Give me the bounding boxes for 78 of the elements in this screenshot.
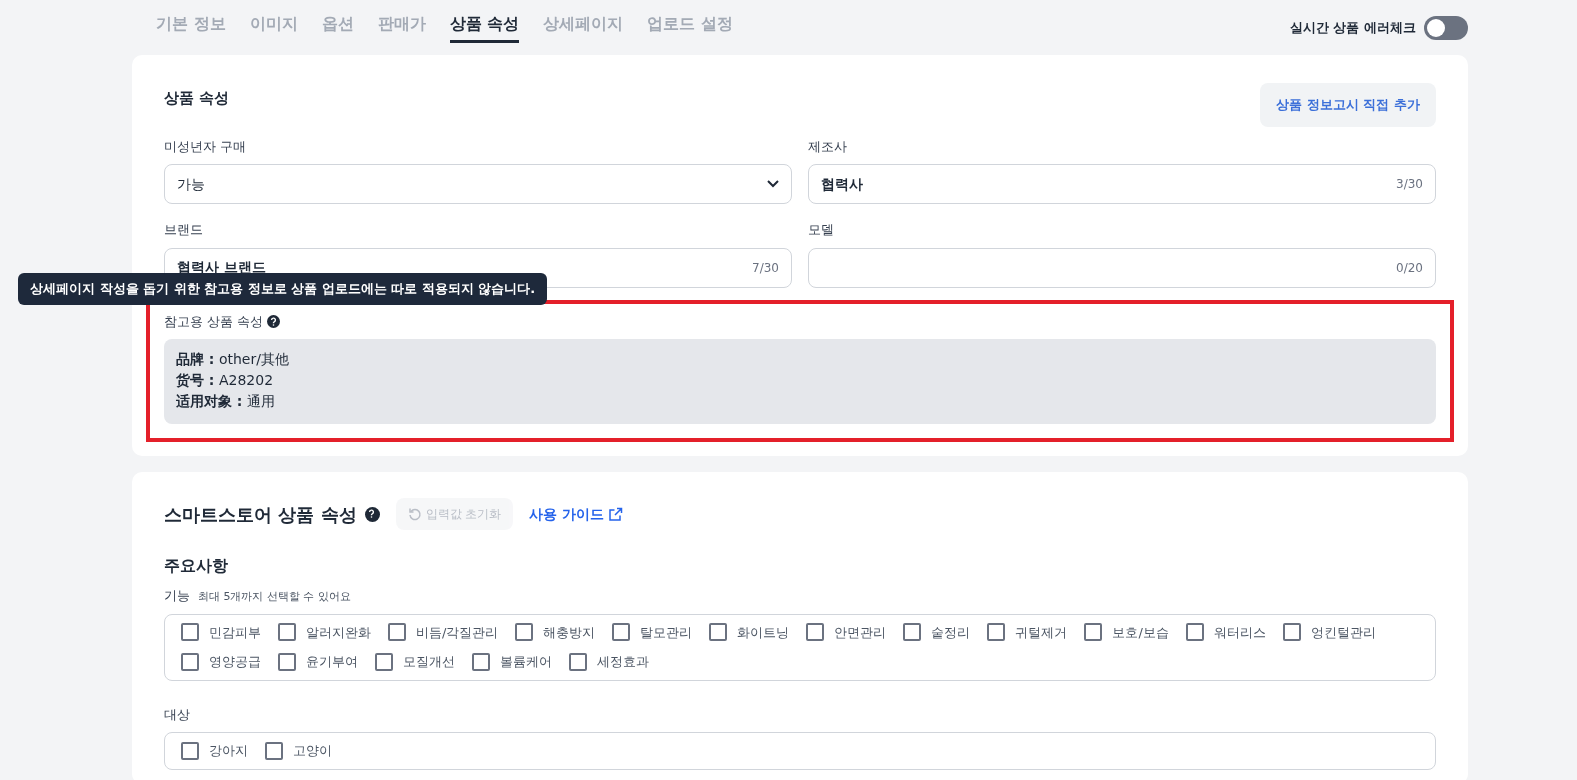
option-label: 워터리스 xyxy=(1213,623,1266,642)
character-counter: 0/20 xyxy=(1396,259,1423,277)
field-label: 제조사 xyxy=(808,137,848,156)
option-label: 해충방지 xyxy=(543,623,596,642)
tab[interactable]: 옵션 xyxy=(321,12,354,43)
checkbox[interactable] xyxy=(388,623,406,642)
reference-value: A28202 xyxy=(218,372,274,388)
reference-key: 品牌 : xyxy=(176,351,215,367)
tab[interactable]: 기본 정보 xyxy=(156,12,226,43)
reference-key: 货号 : xyxy=(176,372,215,388)
option-label: 귀털제거 xyxy=(1015,623,1068,642)
guide-link[interactable]: 사용 가이드 xyxy=(529,503,624,525)
option-label: 세정효과 xyxy=(597,653,649,671)
notice-add-button[interactable]: 상품 정보고시 직접 추가 xyxy=(1260,83,1436,127)
tab[interactable]: 판매가 xyxy=(377,12,426,43)
character-counter: 3/30 xyxy=(1396,176,1423,193)
checkbox[interactable] xyxy=(709,623,728,642)
checkbox[interactable] xyxy=(987,623,1006,642)
checkbox[interactable] xyxy=(1185,623,1204,642)
reference-value: 通用 xyxy=(246,393,275,409)
select-field[interactable]: 가능 xyxy=(164,164,792,204)
option-label: 알러지완화 xyxy=(306,623,371,642)
option-label: 고양이 xyxy=(293,742,332,760)
reference-key: 适用对象 : xyxy=(176,393,243,409)
help-icon xyxy=(267,314,281,328)
option-label: 화이트닝 xyxy=(737,623,790,642)
tab[interactable]: 상품 속성 xyxy=(449,12,520,43)
checkbox[interactable] xyxy=(472,652,490,671)
chevron-down-icon xyxy=(767,180,779,188)
field-label: 미성년자 구매 xyxy=(164,137,248,156)
help-icon xyxy=(364,506,380,522)
option-label: 비듬/각질관리 xyxy=(416,623,499,642)
section-title: 상품 속성 xyxy=(164,88,230,109)
tab[interactable]: 업로드 설정 xyxy=(647,12,733,43)
option-label: 보호/보습 xyxy=(1112,623,1169,642)
field-label: 모델 xyxy=(808,221,835,239)
tab[interactable]: 이미지 xyxy=(249,12,298,43)
group-label: 기능 xyxy=(164,587,190,605)
option-label: 영양공급 xyxy=(209,653,261,671)
checkbox[interactable] xyxy=(265,741,283,760)
hint-text: 최대 5개까지 선택할 수 있어요 xyxy=(198,589,351,605)
checkbox[interactable] xyxy=(181,623,199,642)
field-label: 브랜드 xyxy=(164,221,204,239)
option-label: 윤기부여 xyxy=(306,653,358,671)
field-label: 참고용 상품 속성 xyxy=(164,312,264,331)
checkbox[interactable] xyxy=(569,652,587,671)
checkbox[interactable] xyxy=(375,652,393,671)
toggle-label: 실시간 상품 에러체크 xyxy=(1289,18,1416,37)
input-field[interactable]: 0/20 xyxy=(808,247,1436,288)
checkbox[interactable] xyxy=(278,623,296,642)
character-counter: 7/30 xyxy=(752,259,779,277)
checkbox[interactable] xyxy=(806,623,825,642)
option-label: 안면관리 xyxy=(834,623,887,642)
section-title: 스마트스토어 상품 속성 xyxy=(164,502,357,527)
input-field[interactable]: 협력사 3/30 xyxy=(808,164,1436,204)
checkbox[interactable] xyxy=(181,741,199,760)
reset-icon xyxy=(407,507,422,521)
option-label: 민감피부 xyxy=(209,623,261,642)
tooltip: 상세페이지 작성을 돕기 위한 참고용 정보로 상품 업로드에는 따로 적용되지 않습니다. xyxy=(18,273,548,305)
tab[interactable]: 상세페이지 xyxy=(543,12,624,43)
group-label: 대상 xyxy=(164,705,190,724)
toggle-switch[interactable] xyxy=(1424,15,1468,40)
reference-value: other/其他 xyxy=(218,351,289,367)
checkbox[interactable] xyxy=(515,623,534,642)
checkbox[interactable] xyxy=(903,623,922,642)
option-label: 엉킨털관리 xyxy=(1310,623,1376,642)
option-label: 볼륨케어 xyxy=(500,653,552,671)
checkbox[interactable] xyxy=(181,652,199,671)
option-label: 숱정리 xyxy=(931,623,971,642)
checkbox[interactable] xyxy=(1084,623,1103,642)
external-link-icon xyxy=(608,506,624,522)
option-label: 강아지 xyxy=(209,742,248,760)
checkbox[interactable] xyxy=(278,652,296,671)
option-label: 모질개선 xyxy=(403,653,455,671)
checkbox[interactable] xyxy=(612,623,631,642)
checkbox[interactable] xyxy=(1282,623,1301,642)
subsection-title: 주요사항 xyxy=(164,555,229,577)
option-label: 탈모관리 xyxy=(640,623,693,642)
